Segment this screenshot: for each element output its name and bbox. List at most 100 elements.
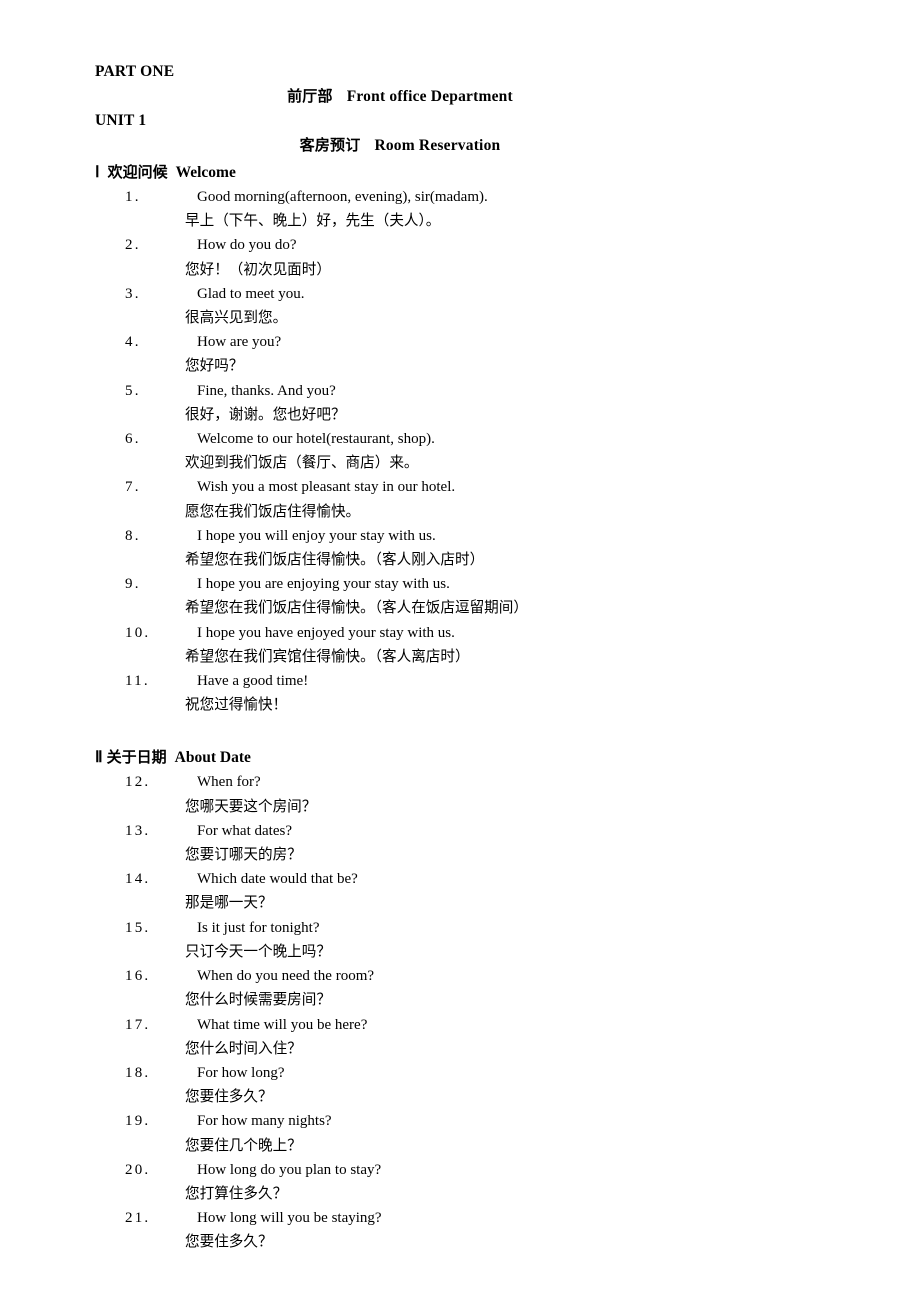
phrase-entry: 1. Good morning(afternoon, evening), sir(…: [95, 185, 835, 233]
department-title: 前厅部 Front office Department: [95, 84, 835, 109]
phrase-english-line: 6. Welcome to our hotel(restaurant, shop)…: [125, 427, 835, 451]
section-title-en: Welcome: [175, 164, 236, 181]
phrase-chinese-text: 您哪天要这个房间？: [185, 797, 317, 815]
section-title-cn: 关于日期: [106, 748, 167, 767]
department-title-cn: 前厅部: [287, 87, 333, 105]
phrase-entry: 12. When for? 您哪天要这个房间？: [95, 770, 835, 818]
phrase-chinese-text: 希望您在我们饭店住得愉快。（客人刚入店时）: [185, 551, 485, 569]
phrase-english-line: 8. I hope you will enjoy your stay with u…: [125, 524, 835, 548]
unit-title-en: Room Reservation: [374, 137, 501, 154]
unit-title-cn: 客房预订: [299, 136, 361, 154]
phrase-entry: 16. When do you need the room? 您什么时候需要房间？: [95, 964, 835, 1012]
phrase-english-text: I hope you will enjoy your stay with us.: [197, 527, 436, 544]
phrase-number: 10.: [125, 624, 151, 641]
phrase-entry: 18. For how long? 您要住多久？: [95, 1061, 835, 1109]
phrase-entry: 13. For what dates? 您要订哪天的房？: [95, 819, 835, 867]
phrase-english-line: 4. How are you?: [125, 330, 835, 354]
phrase-english-text: Have a good time!: [197, 673, 309, 690]
phrase-english-text: What time will you be here?: [197, 1016, 368, 1033]
phrase-entry: 5. Fine, thanks. And you? 很好，谢谢。您也好吧？: [95, 379, 835, 427]
phrase-english-line: 17. What time will you be here?: [125, 1013, 835, 1037]
phrase-entry: 3. Glad to meet you. 很高兴见到您。: [95, 282, 835, 330]
phrase-english-text: Welcome to our hotel(restaurant, shop).: [197, 431, 435, 448]
phrase-chinese-text: 希望您在我们饭店住得愉快。（客人在饭店逗留期间）: [185, 599, 528, 617]
phrase-number: 13.: [125, 822, 151, 839]
phrase-english-text: For how long?: [197, 1064, 285, 1081]
phrase-english-line: 10. I hope you have enjoyed your stay wit…: [125, 621, 835, 645]
phrase-english-line: 2. How do you do?: [125, 233, 835, 257]
phrase-english-line: 15. Is it just for tonight?: [125, 916, 835, 940]
phrase-number: 15.: [125, 919, 151, 936]
phrase-english-line: 12. When for?: [125, 770, 835, 794]
section-title-en: About Date: [174, 749, 251, 767]
phrase-chinese-text: 您好！（初次见面时）: [185, 260, 331, 278]
section-title-cn: 欢迎问候: [107, 163, 168, 181]
unit-title: 客房预订 Room Reservation: [95, 133, 835, 158]
phrase-entry: 14. Which date would that be? 那是哪一天？: [95, 867, 835, 915]
phrase-english-text: For how many nights?: [197, 1113, 332, 1130]
phrase-english-text: When do you need the room?: [197, 968, 375, 985]
phrase-chinese-text: 很好，谢谢。您也好吧？: [185, 405, 346, 423]
phrase-chinese-text: 您好吗？: [185, 357, 244, 375]
phrase-english-text: For what dates?: [197, 822, 292, 839]
phrase-entry: 15. Is it just for tonight? 只订今天一个晚上吗？: [95, 916, 835, 964]
phrase-entry: 21. How long will you be staying? 您要住多久？: [95, 1206, 835, 1254]
phrase-entry: 7. Wish you a most pleasant stay in our h…: [95, 475, 835, 523]
phrase-chinese-text: 欢迎到我们饭店（餐厅、商店）来。: [185, 454, 419, 472]
phrase-number: 6.: [125, 431, 141, 448]
section-heading: Ⅰ 欢迎问候 Welcome: [95, 160, 835, 185]
phrase-number: 3.: [125, 285, 141, 302]
phrase-english-text: How do you do?: [197, 237, 297, 254]
phrase-number: 14.: [125, 871, 151, 888]
phrase-english-text: Is it just for tonight?: [197, 919, 320, 936]
phrase-english-text: Wish you a most pleasant stay in our hot…: [197, 479, 456, 496]
phrase-number: 18.: [125, 1064, 151, 1081]
department-title-en: Front office Department: [346, 88, 513, 105]
phrase-english-text: Which date would that be?: [197, 871, 358, 888]
phrase-chinese-text: 您打算住多久？: [185, 1184, 288, 1202]
phrase-english-line: 19. For how many nights?: [125, 1109, 835, 1133]
phrase-number: 7.: [125, 479, 141, 496]
phrase-english-line: 21. How long will you be staying?: [125, 1206, 835, 1230]
phrase-english-text: I hope you are enjoying your stay with u…: [197, 576, 450, 593]
phrase-entry: 8. I hope you will enjoy your stay with u…: [95, 524, 835, 572]
phrase-entry: 6. Welcome to our hotel(restaurant, shop)…: [95, 427, 835, 475]
phrase-english-line: 16. When do you need the room?: [125, 964, 835, 988]
phrase-english-line: 13. For what dates?: [125, 819, 835, 843]
phrase-number: 9.: [125, 576, 141, 593]
phrase-chinese-text: 您要住几个晚上？: [185, 1136, 302, 1154]
phrase-english-text: How long will you be staying?: [197, 1210, 382, 1227]
phrase-chinese-text: 您要住多久？: [185, 1233, 273, 1251]
phrase-english-line: 14. Which date would that be?: [125, 867, 835, 891]
phrase-english-line: 3. Glad to meet you.: [125, 282, 835, 306]
unit-heading: UNIT 1: [95, 112, 147, 129]
phrase-entry: 20. How long do you plan to stay? 您打算住多久？: [95, 1158, 835, 1206]
phrase-english-line: 7. Wish you a most pleasant stay in our h…: [125, 475, 835, 499]
phrase-chinese-text: 您什么时间入住？: [185, 1039, 302, 1057]
part-heading: PART ONE: [95, 63, 175, 80]
phrase-chinese-text: 希望您在我们宾馆住得愉快。（客人离店时）: [185, 647, 470, 665]
section-numeral: Ⅰ: [95, 164, 100, 181]
phrase-entry: 2. How do you do? 您好！（初次见面时）: [95, 233, 835, 281]
sections-container: Ⅰ 欢迎问候 Welcome 1. Good morning(afternoon, ev…: [95, 160, 835, 1255]
phrase-number: 2.: [125, 237, 141, 254]
document-page: PART ONE 前厅部 Front office Department UNIT…: [0, 0, 920, 1302]
phrase-chinese-text: 愿您在我们饭店住得愉快。: [185, 502, 361, 520]
phrase-entry: 17. What time will you be here? 您什么时间入住？: [95, 1013, 835, 1061]
phrase-english-text: Good morning(afternoon, evening), sir(ma…: [197, 189, 488, 205]
phrase-number: 17.: [125, 1016, 151, 1033]
phrase-entry: 11. Have a good time! 祝您过得愉快！: [95, 669, 835, 717]
phrase-english-line: 5. Fine, thanks. And you?: [125, 379, 835, 403]
phrase-chinese-text: 您要住多久？: [185, 1088, 273, 1106]
phrase-english-line: 20. How long do you plan to stay?: [125, 1158, 835, 1182]
phrase-number: 11.: [125, 673, 150, 690]
phrase-english-line: 1. Good morning(afternoon, evening), sir(…: [125, 185, 835, 209]
phrase-number: 8.: [125, 527, 141, 544]
phrase-english-text: I hope you have enjoyed your stay with u…: [197, 624, 455, 641]
phrase-chinese-text: 您什么时候需要房间？: [185, 991, 331, 1009]
phrase-english-text: Fine, thanks. And you?: [197, 382, 336, 399]
section-numeral: Ⅱ: [95, 749, 103, 767]
phrase-entry: 19. For how many nights? 您要住几个晚上？: [95, 1109, 835, 1157]
phrase-number: 4.: [125, 334, 141, 351]
